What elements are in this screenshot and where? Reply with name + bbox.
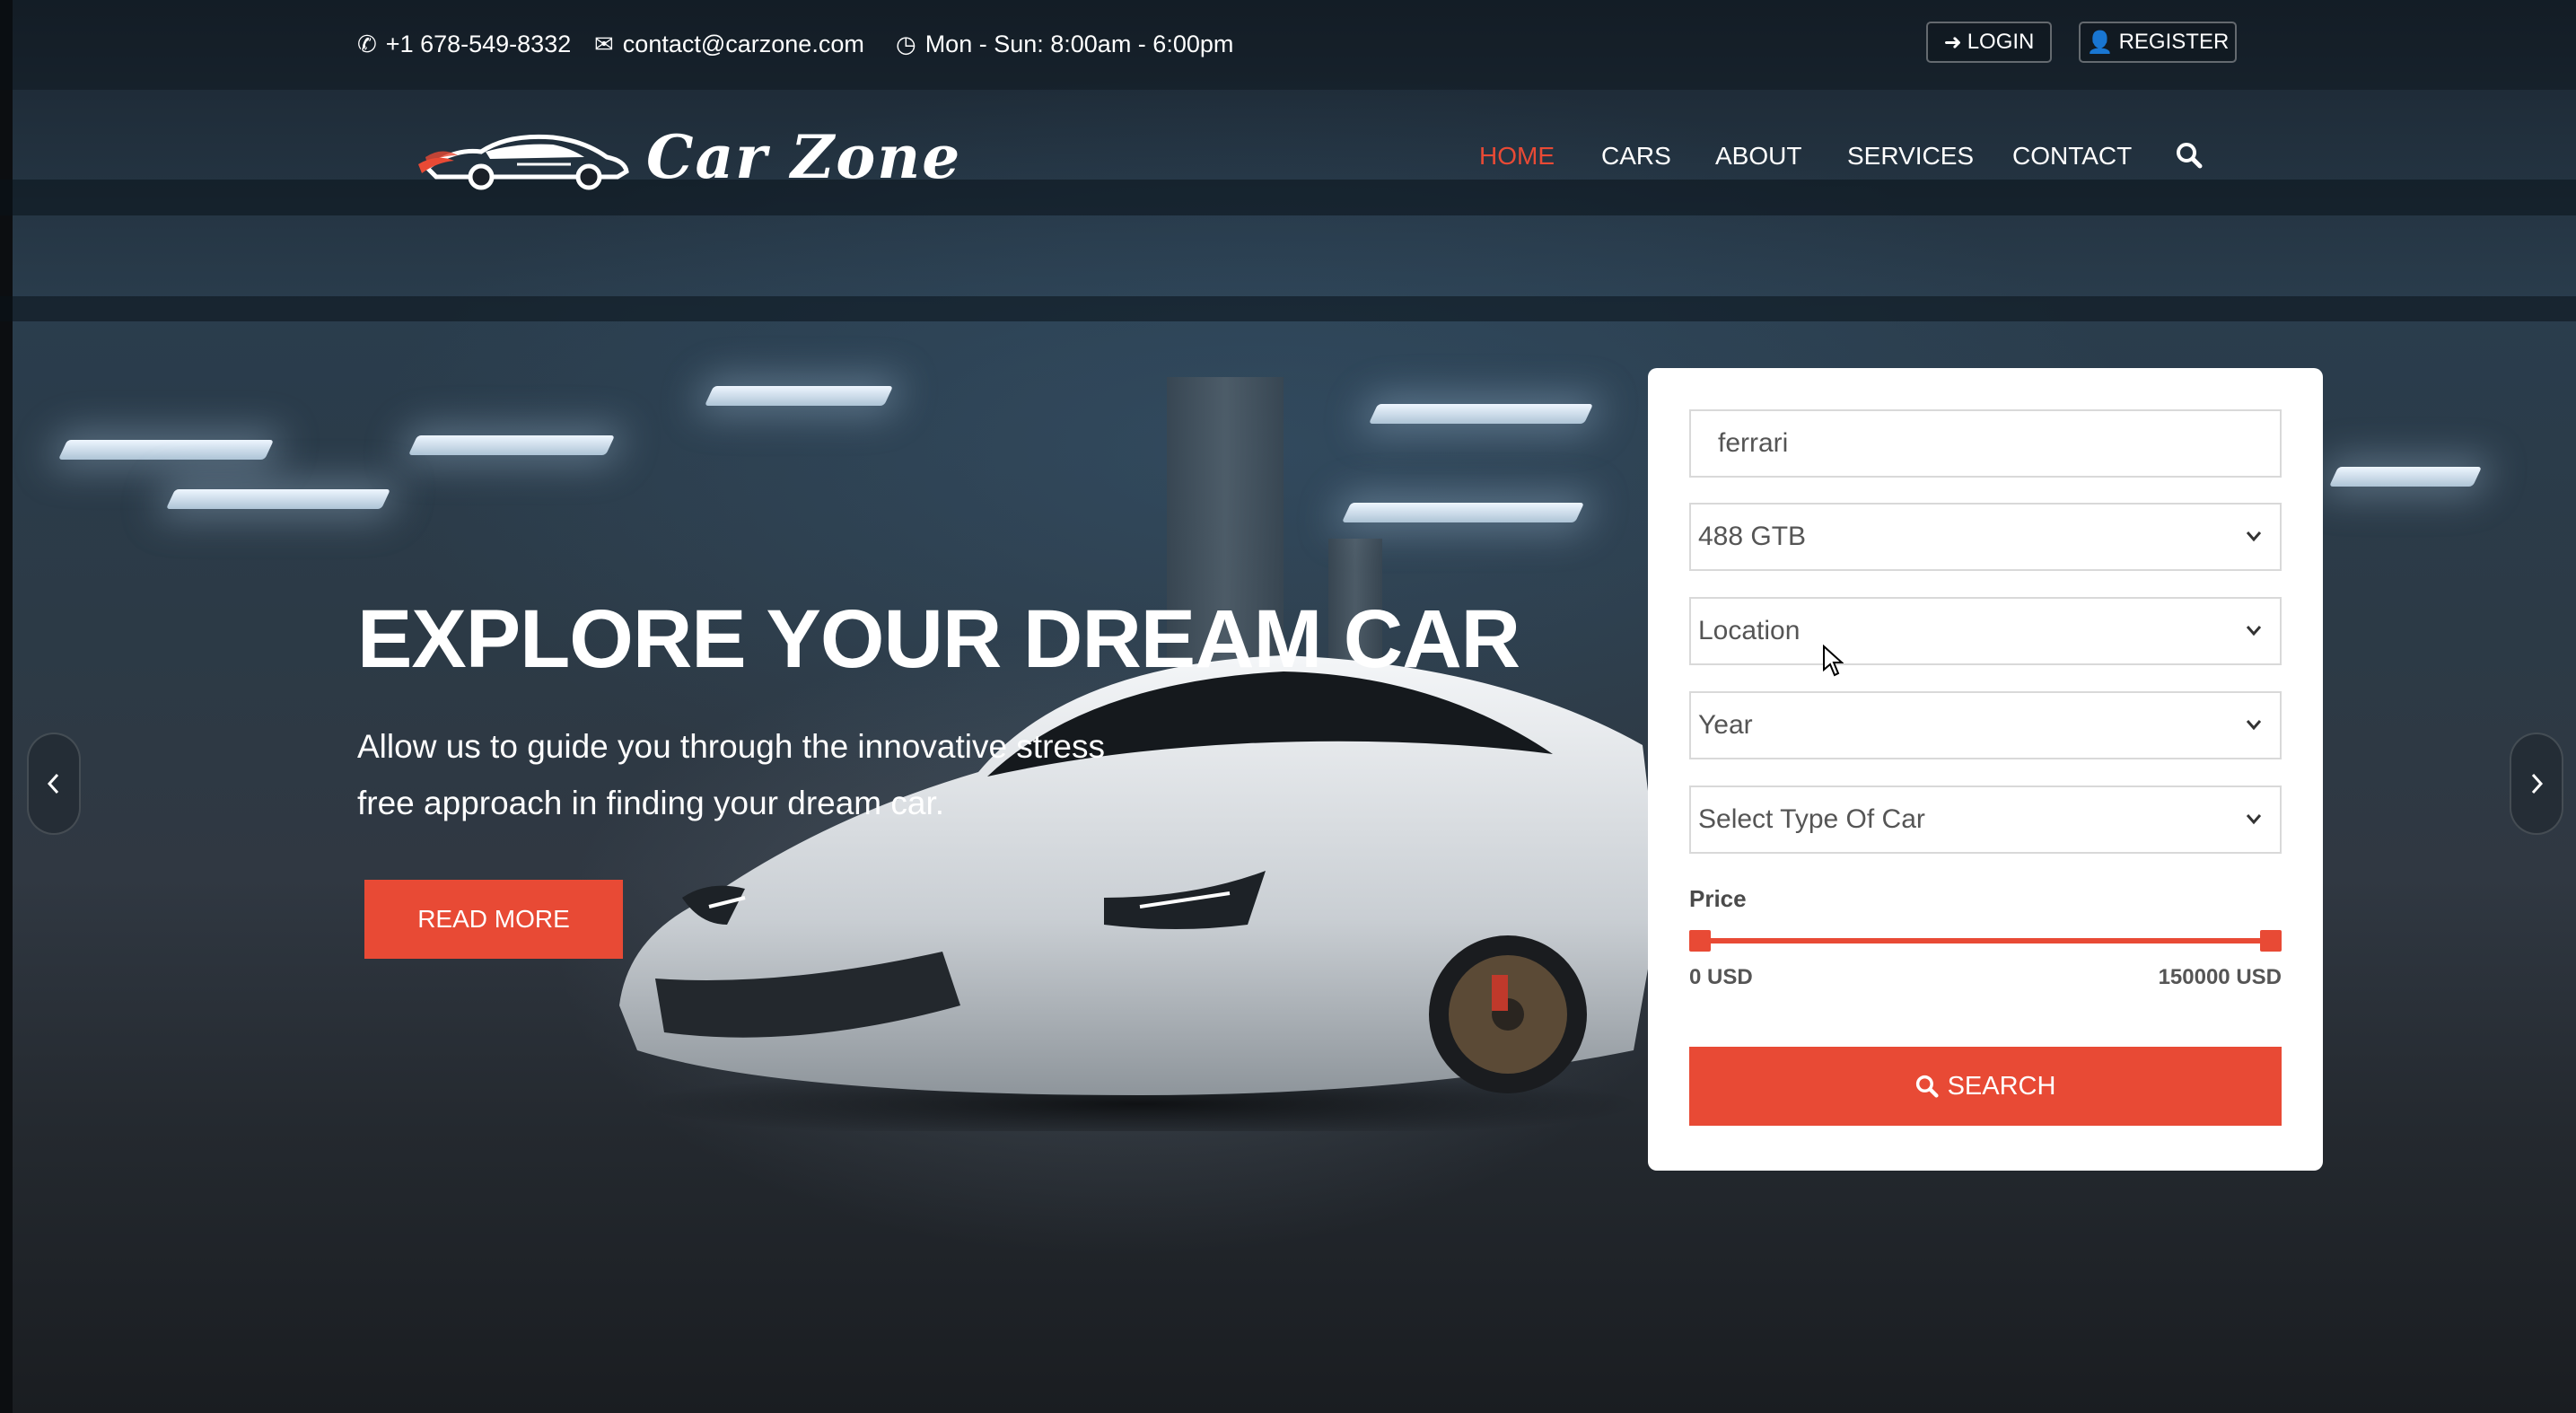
chevron-right-icon bbox=[2531, 773, 2544, 794]
read-more-button[interactable]: READ MORE bbox=[364, 880, 623, 959]
top-bar: ✆ +1 678-549-8332 ✉ contact@carzone.com … bbox=[0, 0, 2576, 90]
site-logo[interactable]: Car Zone bbox=[418, 117, 961, 197]
nav-item-services[interactable]: SERVICES bbox=[1847, 142, 1974, 171]
login-button[interactable]: ➜ LOGIN bbox=[1926, 22, 2052, 63]
nav-item-cars[interactable]: CARS bbox=[1601, 142, 1671, 171]
sign-in-icon: ➜ bbox=[1943, 30, 1962, 55]
ceiling-light bbox=[1341, 503, 1585, 522]
phone-number: +1 678-549-8332 bbox=[385, 31, 572, 57]
ceiling-light bbox=[57, 440, 275, 460]
car-logo-icon bbox=[418, 134, 629, 190]
ceiling-light bbox=[407, 435, 616, 455]
register-label: REGISTER bbox=[2118, 30, 2230, 54]
business-hours: Mon - Sun: 8:00am - 6:00pm bbox=[924, 31, 1234, 57]
price-min-value: 0 USD bbox=[1689, 965, 1753, 989]
hours-info: ◷ Mon - Sun: 8:00am - 6:00pm bbox=[896, 31, 1233, 58]
keyword-input-value: ferrari bbox=[1718, 428, 1789, 458]
price-slider-max-handle[interactable] bbox=[2260, 930, 2282, 952]
email-contact[interactable]: ✉ contact@carzone.com bbox=[594, 31, 864, 58]
hero-subtitle-line-2: free approach in finding your dream car. bbox=[357, 785, 945, 821]
hero-car-image bbox=[619, 655, 1660, 1131]
hero-title: EXPLORE YOUR DREAM CAR bbox=[357, 593, 1520, 685]
model-select-value: 488 GTB bbox=[1698, 522, 1807, 551]
car-type-select[interactable]: Select Type Of Car bbox=[1689, 785, 2282, 854]
ceiling-light bbox=[2328, 467, 2483, 487]
hero-subtitle-line-1: Allow us to guide you through the innova… bbox=[357, 728, 1105, 765]
price-label: Price bbox=[1689, 885, 1747, 912]
year-select[interactable]: Year bbox=[1689, 691, 2282, 759]
chevron-down-icon bbox=[2246, 626, 2262, 636]
register-button[interactable]: 👤 REGISTER bbox=[2079, 22, 2237, 63]
chevron-down-icon bbox=[2246, 531, 2262, 542]
envelope-icon: ✉ bbox=[594, 31, 614, 57]
car-search-panel: ferrari 488 GTB Location Year Select Typ… bbox=[1648, 368, 2323, 1171]
year-select-value: Year bbox=[1698, 710, 1753, 740]
login-label: LOGIN bbox=[1967, 30, 2035, 54]
search-icon bbox=[1915, 1075, 1939, 1098]
keyword-input[interactable]: ferrari bbox=[1689, 409, 2282, 478]
location-select-value: Location bbox=[1698, 616, 1801, 645]
carousel-next-button[interactable] bbox=[2510, 733, 2563, 835]
chevron-down-icon bbox=[2246, 720, 2262, 731]
nav-item-contact[interactable]: CONTACT bbox=[2012, 142, 2132, 171]
price-slider-min-handle[interactable] bbox=[1689, 930, 1711, 952]
model-select[interactable]: 488 GTB bbox=[1689, 503, 2282, 571]
nav-item-about[interactable]: ABOUT bbox=[1715, 142, 1801, 171]
clock-icon: ◷ bbox=[896, 31, 916, 57]
email-address: contact@carzone.com bbox=[622, 31, 864, 57]
car-type-select-value: Select Type Of Car bbox=[1698, 804, 1925, 834]
ceiling-light bbox=[165, 489, 391, 509]
user-icon: 👤 bbox=[2086, 30, 2114, 55]
ceiling-beam bbox=[0, 180, 2576, 215]
chevron-left-icon bbox=[47, 773, 59, 794]
phone-contact[interactable]: ✆ +1 678-549-8332 bbox=[357, 31, 571, 58]
chevron-down-icon bbox=[2246, 814, 2262, 825]
nav-item-home[interactable]: HOME bbox=[1479, 142, 1555, 171]
brand-name: Car Zone bbox=[646, 122, 962, 192]
ceiling-light bbox=[704, 386, 894, 406]
search-button-label: SEARCH bbox=[1947, 1071, 2056, 1101]
hero-subtitle: Allow us to guide you through the innova… bbox=[357, 718, 1165, 831]
price-max-value: 150000 USD bbox=[2158, 965, 2282, 989]
search-icon[interactable] bbox=[2176, 142, 2203, 169]
ceiling-beam bbox=[0, 296, 2576, 321]
location-select[interactable]: Location bbox=[1689, 597, 2282, 665]
carousel-prev-button[interactable] bbox=[27, 733, 81, 835]
price-slider-track[interactable] bbox=[1689, 938, 2282, 943]
phone-icon: ✆ bbox=[357, 31, 377, 57]
ceiling-light bbox=[1368, 404, 1594, 424]
search-button[interactable]: SEARCH bbox=[1689, 1047, 2282, 1126]
page: ✆ +1 678-549-8332 ✉ contact@carzone.com … bbox=[0, 0, 2576, 1413]
mouse-cursor-icon bbox=[1823, 645, 1844, 677]
